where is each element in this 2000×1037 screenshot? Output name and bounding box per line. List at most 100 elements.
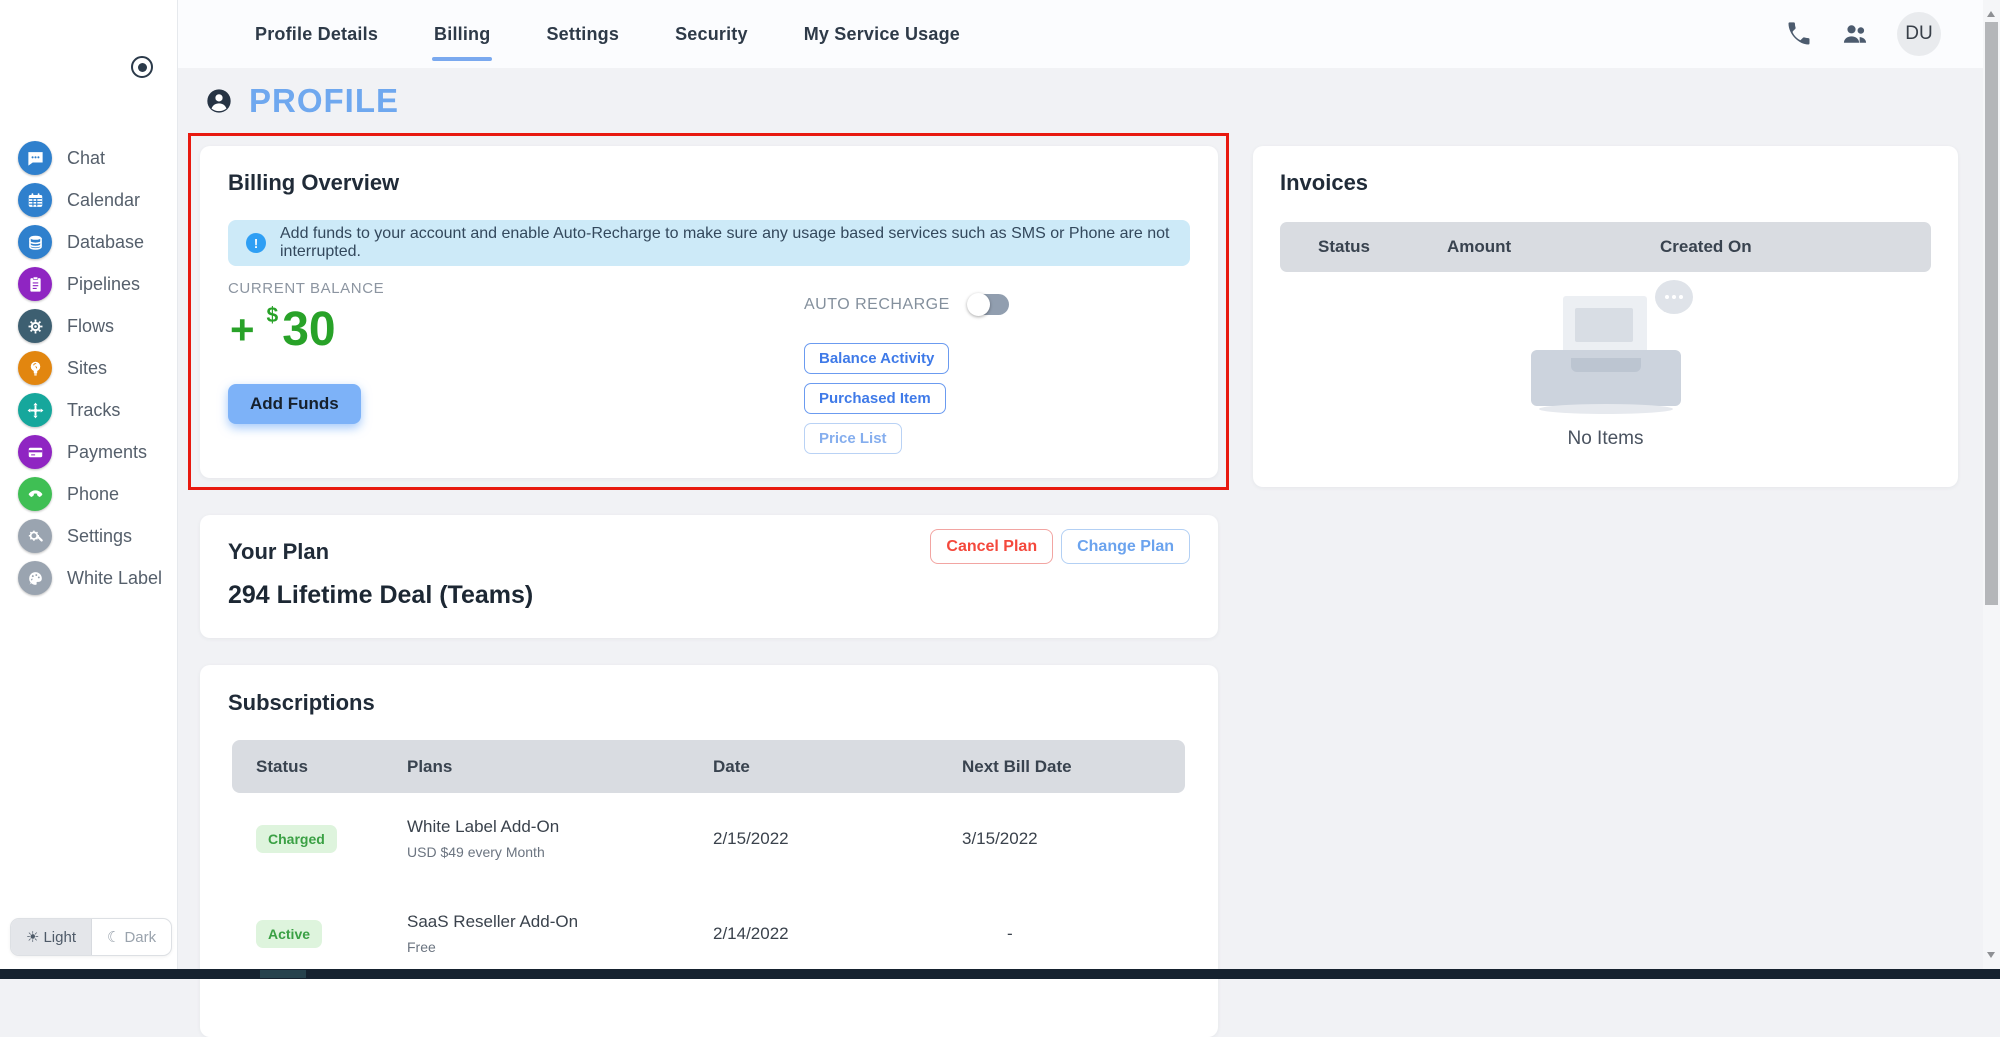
sidebar-item-label: Sites (67, 357, 108, 378)
sidebar-item-label: White Label (67, 567, 163, 588)
invoices-table-header: Status Amount Created On (1280, 222, 1931, 272)
change-plan-button[interactable]: Change Plan (1061, 529, 1190, 564)
auto-recharge-label: AUTO RECHARGE (804, 295, 950, 313)
subs-col-plans: Plans (407, 756, 453, 776)
sidebar-item-settings[interactable]: Settings (0, 515, 177, 557)
date-cell: 2/14/2022 (713, 923, 789, 943)
payments-icon (18, 435, 52, 469)
sidebar-item-label: Chat (67, 147, 106, 168)
scrollbar-thumb[interactable] (1985, 22, 1998, 605)
sidebar-item-chat[interactable]: Chat (0, 137, 177, 179)
tab-security[interactable]: Security (673, 18, 750, 51)
vertical-scrollbar[interactable] (1983, 0, 2000, 969)
tab-profile-details[interactable]: Profile Details (253, 18, 380, 51)
auto-recharge-toggle[interactable] (966, 293, 1009, 316)
scroll-up-icon[interactable] (1987, 7, 1995, 17)
date-cell: 2/15/2022 (713, 828, 789, 848)
plan-price-cell: USD $49 every Month (407, 844, 545, 860)
subs-col-status: Status (256, 756, 308, 776)
plan-actions: Cancel Plan Change Plan (930, 529, 1190, 564)
auto-recharge-row: AUTO RECHARGE (804, 293, 1009, 316)
sidebar-item-label: Database (67, 231, 145, 252)
page-title: PROFILE (249, 82, 400, 119)
info-icon: ! (246, 233, 266, 253)
sidebar-item-database[interactable]: Database (0, 221, 177, 263)
users-icon[interactable] (1841, 20, 1869, 48)
tab-settings[interactable]: Settings (544, 18, 621, 51)
subs-col-next-bill-date: Next Bill Date (962, 756, 1072, 776)
invoices-col-created-on: Created On (1660, 237, 1752, 256)
sidebar-item-flows[interactable]: Flows (0, 305, 177, 347)
plan-price-cell: Free (407, 939, 436, 955)
sidebar: Chat Calendar Database Pipelines Flows S… (0, 0, 178, 969)
subscriptions-card: Subscriptions Status Plans Date Next Bil… (200, 665, 1218, 1037)
chat-icon (18, 141, 52, 175)
add-funds-button[interactable]: Add Funds (228, 384, 361, 424)
balance-currency: $ (266, 304, 279, 327)
theme-light-label: Light (43, 928, 76, 946)
balance-sign: + (230, 306, 255, 353)
plan-name-cell: White Label Add-On (407, 817, 560, 836)
sidebar-item-calendar[interactable]: Calendar (0, 179, 177, 221)
settings-icon (18, 519, 52, 553)
no-items-text: No Items (1567, 428, 1644, 449)
top-header: Profile Details Billing Settings Securit… (178, 0, 1983, 68)
tab-billing[interactable]: Billing (432, 18, 493, 61)
theme-dark-button[interactable]: ☾ Dark (92, 919, 171, 955)
sidebar-item-label: Pipelines (67, 273, 141, 294)
invoices-empty-state: No Items (1253, 280, 1958, 450)
profile-tabs: Profile Details Billing Settings Securit… (253, 0, 962, 68)
sidebar-item-label: Payments (67, 441, 148, 462)
next-bill-date-cell: 3/15/2022 (962, 828, 1038, 848)
speech-bubble-icon (1654, 280, 1693, 314)
white-label-icon (18, 561, 52, 595)
pipelines-icon (18, 267, 52, 301)
sidebar-item-label: Tracks (67, 399, 121, 420)
billing-overview-title: Billing Overview (228, 170, 400, 195)
sidebar-item-white-label[interactable]: White Label (0, 557, 177, 599)
profile-icon (207, 89, 231, 113)
your-plan-title: Your Plan (228, 539, 330, 564)
sidebar-item-payments[interactable]: Payments (0, 431, 177, 473)
theme-toggle: ☀ Light ☾ Dark (10, 918, 173, 956)
cancel-plan-button[interactable]: Cancel Plan (930, 529, 1054, 564)
plan-name: 294 Lifetime Deal (Teams) (228, 581, 534, 609)
balance-amount: 30 (282, 303, 336, 356)
sidebar-pin-icon[interactable] (131, 56, 153, 78)
user-avatar[interactable]: DU (1897, 12, 1941, 56)
sidebar-item-pipelines[interactable]: Pipelines (0, 263, 177, 305)
calendar-icon (18, 183, 52, 217)
sidebar-item-sites[interactable]: Sites (0, 347, 177, 389)
tab-my-service-usage[interactable]: My Service Usage (802, 18, 962, 51)
toggle-knob (966, 293, 990, 316)
info-banner: ! Add funds to your account and enable A… (228, 220, 1190, 266)
price-list-button[interactable]: Price List (804, 423, 902, 454)
info-banner-text: Add funds to your account and enable Aut… (280, 225, 1170, 260)
billing-page: Profile Details Billing Settings Securit… (0, 0, 2000, 1037)
hscrollbar-thumb[interactable] (260, 970, 306, 978)
sidebar-item-tracks[interactable]: Tracks (0, 389, 177, 431)
theme-light-button[interactable]: ☀ Light (11, 919, 92, 955)
scroll-down-icon[interactable] (1987, 952, 1995, 962)
status-badge: Active (256, 919, 323, 948)
horizontal-scrollbar[interactable] (0, 969, 2000, 979)
purchased-item-button[interactable]: Purchased Item (804, 383, 946, 414)
header-actions: DU (1785, 0, 1941, 68)
sidebar-item-label: Flows (67, 315, 115, 336)
theme-dark-label: Dark (124, 928, 157, 946)
phone-call-icon[interactable] (1785, 20, 1813, 48)
next-bill-date-cell: - (1007, 923, 1013, 943)
sidebar-menu: Chat Calendar Database Pipelines Flows S… (0, 137, 177, 599)
invoices-title: Invoices (1280, 170, 1369, 195)
invoices-card: Invoices Status Amount Created On No Ite… (1253, 146, 1958, 487)
empty-inbox-icon (1530, 280, 1693, 414)
sites-icon (18, 351, 52, 385)
balance-activity-button[interactable]: Balance Activity (804, 343, 950, 374)
subscription-row: Active SaaS Reseller Add-On Free 2/14/20… (232, 912, 1185, 955)
phone-icon (18, 477, 52, 511)
sidebar-item-phone[interactable]: Phone (0, 473, 177, 515)
subs-col-date: Date (713, 756, 750, 776)
subscriptions-title: Subscriptions (228, 690, 375, 715)
plan-name-cell: SaaS Reseller Add-On (407, 912, 579, 931)
sidebar-item-label: Calendar (67, 189, 141, 210)
